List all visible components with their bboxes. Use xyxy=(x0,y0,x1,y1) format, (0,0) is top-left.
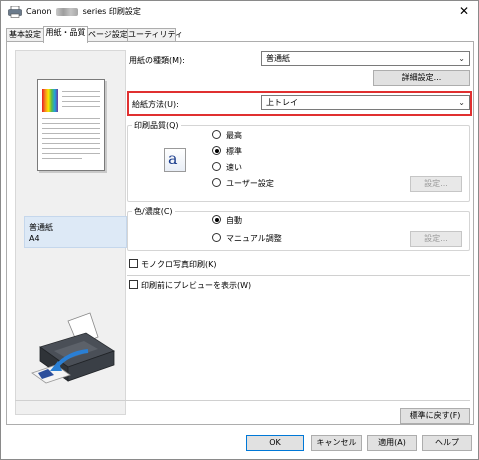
paper-type-value: 普通紙 xyxy=(266,54,290,63)
quality-option-standard: 標準 xyxy=(226,147,242,156)
color-option-manual: マニュアル調整 xyxy=(226,234,282,243)
close-icon[interactable]: ✕ xyxy=(456,3,472,19)
print-quality-icon: a xyxy=(164,148,186,172)
cancel-button[interactable]: キャンセル xyxy=(311,435,362,451)
mono-photo-label: モノクロ写真印刷(K) xyxy=(141,260,217,269)
preview-image-thumbnail xyxy=(42,89,58,112)
preview-text-line xyxy=(42,138,100,139)
paper-source-select[interactable]: 上トレイ ⌄ xyxy=(261,95,470,110)
separator xyxy=(15,400,470,401)
preview-text-line xyxy=(42,148,100,149)
apply-button[interactable]: 適用(A) xyxy=(367,435,417,451)
paper-type-label: 用紙の種類(M): xyxy=(129,56,185,65)
quality-option-custom: ユーザー設定 xyxy=(226,179,274,188)
preview-text-line xyxy=(42,118,100,119)
tab-page-setup[interactable]: ページ設定 xyxy=(87,28,128,42)
printer-illustration-icon xyxy=(31,312,115,384)
preview-text-line xyxy=(42,153,100,154)
color-radio-manual[interactable] xyxy=(212,233,221,242)
ok-button[interactable]: OK xyxy=(246,435,304,451)
quality-radio-standard[interactable] xyxy=(212,146,221,155)
preview-text-line xyxy=(42,143,100,144)
quality-settings-button[interactable]: 設定... xyxy=(410,176,462,192)
redacted-model-name xyxy=(56,7,79,16)
preview-text-line xyxy=(42,158,82,159)
title-bar: Canon series 印刷設定 ✕ xyxy=(1,1,478,23)
color-settings-button[interactable]: 設定... xyxy=(410,231,462,247)
print-quality-title: 印刷品質(Q) xyxy=(132,120,181,131)
color-intensity-title: 色/濃度(C) xyxy=(132,206,175,217)
preview-text-line xyxy=(62,96,100,97)
preview-column: 普通紙 A4 xyxy=(15,50,127,415)
preview-text-line xyxy=(42,123,100,124)
title-prefix: Canon xyxy=(26,7,52,16)
color-radio-auto[interactable] xyxy=(212,215,221,224)
preview-text-line xyxy=(42,128,100,129)
print-settings-dialog: Canon series 印刷設定 ✕ 基本設定 用紙・品質 ページ設定 ユーテ… xyxy=(0,0,479,460)
tab-utility[interactable]: ユーティリティ xyxy=(127,28,183,42)
quality-radio-fast[interactable] xyxy=(212,162,221,171)
preview-text-line xyxy=(62,106,100,107)
quality-radio-highest[interactable] xyxy=(212,130,221,139)
paper-size-text: A4 xyxy=(29,234,40,243)
paper-preview xyxy=(37,79,105,171)
mono-photo-checkbox[interactable] xyxy=(129,259,138,268)
help-button[interactable]: ヘルプ xyxy=(422,435,472,451)
preview-before-print-checkbox[interactable] xyxy=(129,280,138,289)
quality-option-fast: 速い xyxy=(226,163,242,172)
paper-details-button[interactable]: 詳細設定... xyxy=(373,70,470,86)
preview-text-line xyxy=(62,101,100,102)
preview-text-line xyxy=(62,91,100,92)
tab-paper-quality[interactable]: 用紙・品質 xyxy=(43,26,88,43)
restore-defaults-button[interactable]: 標準に戻す(F) xyxy=(400,408,470,424)
chevron-down-icon: ⌄ xyxy=(458,98,465,107)
preview-before-print-label: 印刷前にプレビューを表示(W) xyxy=(141,281,252,290)
media-info-box: 普通紙 A4 xyxy=(24,216,127,248)
quality-option-highest: 最高 xyxy=(226,131,242,140)
paper-source-label: 給紙方法(U): xyxy=(132,100,179,109)
title-suffix: series 印刷設定 xyxy=(82,7,141,16)
printer-app-icon xyxy=(8,6,22,18)
media-type-text: 普通紙 xyxy=(29,223,53,232)
tab-basic-settings[interactable]: 基本設定 xyxy=(6,28,44,42)
paper-type-select[interactable]: 普通紙 ⌄ xyxy=(261,51,470,66)
tab-panel: 普通紙 A4 用紙の種類(M): 普通紙 ⌄ 詳細設定... 給紙方法(U): … xyxy=(6,41,474,425)
separator xyxy=(127,275,470,276)
chevron-down-icon: ⌄ xyxy=(458,54,465,63)
quality-radio-custom[interactable] xyxy=(212,178,221,187)
paper-source-value: 上トレイ xyxy=(266,98,298,107)
window-title: Canon series 印刷設定 xyxy=(26,6,141,17)
color-option-auto: 自動 xyxy=(226,216,242,225)
preview-text-line xyxy=(42,133,100,134)
